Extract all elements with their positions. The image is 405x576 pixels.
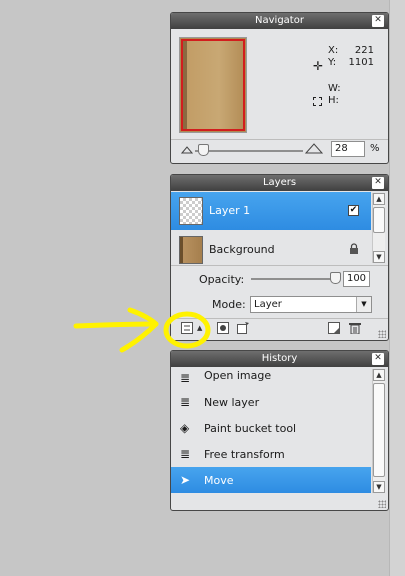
history-scrollbar[interactable]: ▲ ▼ (372, 369, 385, 493)
background-name: Background (209, 243, 275, 256)
right-edge-strip (389, 0, 405, 576)
scroll-up-icon[interactable]: ▲ (373, 369, 385, 381)
layer-1-name: Layer 1 (209, 204, 251, 217)
layer-visibility-checkbox[interactable]: ✔ (348, 205, 359, 216)
width-readout: W: (328, 83, 374, 95)
history-item-open-image[interactable]: ≣ Open image (171, 365, 371, 391)
move-tool-icon: ➤ (180, 473, 191, 487)
layer-row-layer-1[interactable]: Layer 1 ✔ (171, 192, 371, 230)
free-transform-icon: ≣ (180, 447, 191, 461)
layers-divider (171, 265, 388, 266)
history-resize-grip[interactable] (378, 500, 386, 508)
opacity-input[interactable]: 100 (343, 271, 370, 287)
zoom-in-mountain-icon[interactable] (305, 142, 323, 154)
scroll-up-icon[interactable]: ▲ (373, 193, 385, 205)
adjustment-layer-button[interactable] (236, 321, 250, 335)
blend-mode-select[interactable]: Layer ▼ (250, 296, 372, 313)
paint-bucket-icon: ◈ (180, 421, 190, 435)
layers-title: Layers (262, 177, 297, 188)
zoom-slider-track[interactable] (195, 150, 303, 152)
opacity-label: Opacity: (199, 273, 245, 286)
history-item-label: New layer (204, 396, 260, 409)
navigator-viewport-frame[interactable] (181, 39, 245, 131)
history-item-paint-bucket[interactable]: ◈ Paint bucket tool (171, 415, 371, 441)
history-item-label: Move (204, 474, 234, 487)
crosshair-icon: ✛ (313, 59, 324, 73)
history-title: History (261, 353, 298, 364)
layers-resize-grip[interactable] (378, 330, 386, 338)
layer-1-thumbnail (179, 197, 203, 225)
x-coordinate: X: 221 (328, 45, 374, 57)
open-image-icon: ≣ (180, 371, 191, 385)
new-layer-history-icon: ≣ (180, 395, 191, 409)
layers-scroll-thumb[interactable] (373, 207, 385, 233)
yellow-arrow-annotation (73, 307, 211, 353)
scroll-down-icon[interactable]: ▼ (373, 251, 385, 263)
layers-title-bar[interactable]: Layers ✕ (171, 175, 388, 191)
blend-mode-value: Layer (254, 299, 282, 310)
navigator-title: Navigator (255, 15, 304, 26)
history-scroll-thumb[interactable] (373, 383, 385, 477)
height-readout: H: (328, 95, 374, 107)
history-close-icon[interactable]: ✕ (372, 353, 384, 365)
history-item-label: Free transform (204, 448, 285, 461)
zoom-out-mountain-icon[interactable] (181, 144, 193, 154)
w-label: W: (328, 83, 341, 94)
history-item-label: Open image (204, 369, 272, 382)
history-item-move[interactable]: ➤ Move (171, 467, 371, 493)
new-layer-icon (328, 322, 340, 334)
navigator-close-icon[interactable]: ✕ (372, 15, 384, 27)
scroll-down-icon[interactable]: ▼ (373, 481, 385, 493)
adjustment-icon (237, 322, 249, 334)
chevron-down-icon: ▼ (356, 297, 371, 312)
navigator-title-bar[interactable]: Navigator ✕ (171, 13, 388, 29)
navigator-divider (171, 139, 388, 140)
opacity-slider-track[interactable] (251, 278, 337, 280)
navigator-panel: Navigator ✕ ✛ X: 221 Y: 1101 W: H: 28 % (170, 12, 389, 164)
background-thumbnail (179, 236, 203, 264)
x-label: X: (328, 45, 339, 56)
history-item-free-transform[interactable]: ≣ Free transform (171, 441, 371, 467)
y-value: 1101 (348, 57, 374, 68)
selection-size-icon (313, 97, 322, 106)
history-item-new-layer[interactable]: ≣ New layer (171, 389, 371, 415)
layers-close-icon[interactable]: ✕ (372, 177, 384, 189)
h-label: H: (328, 95, 339, 106)
delete-layer-button[interactable] (348, 321, 362, 335)
new-layer-button[interactable] (327, 321, 341, 335)
lock-icon[interactable] (349, 243, 359, 255)
history-item-label: Paint bucket tool (204, 422, 297, 435)
layer-row-background[interactable]: Background (171, 231, 371, 269)
history-panel: History ✕ ≣ Open image ≣ New layer ◈ Pai… (170, 350, 389, 511)
trash-icon (349, 323, 361, 334)
y-coordinate: Y: 1101 (328, 57, 374, 69)
layers-scrollbar[interactable]: ▲ ▼ (372, 193, 385, 263)
y-label: Y: (328, 57, 337, 68)
zoom-input[interactable]: 28 (331, 141, 365, 157)
opacity-slider-handle[interactable] (330, 272, 341, 284)
x-value: 221 (354, 45, 374, 56)
zoom-slider-handle[interactable] (198, 144, 209, 156)
zoom-unit: % (370, 143, 380, 154)
